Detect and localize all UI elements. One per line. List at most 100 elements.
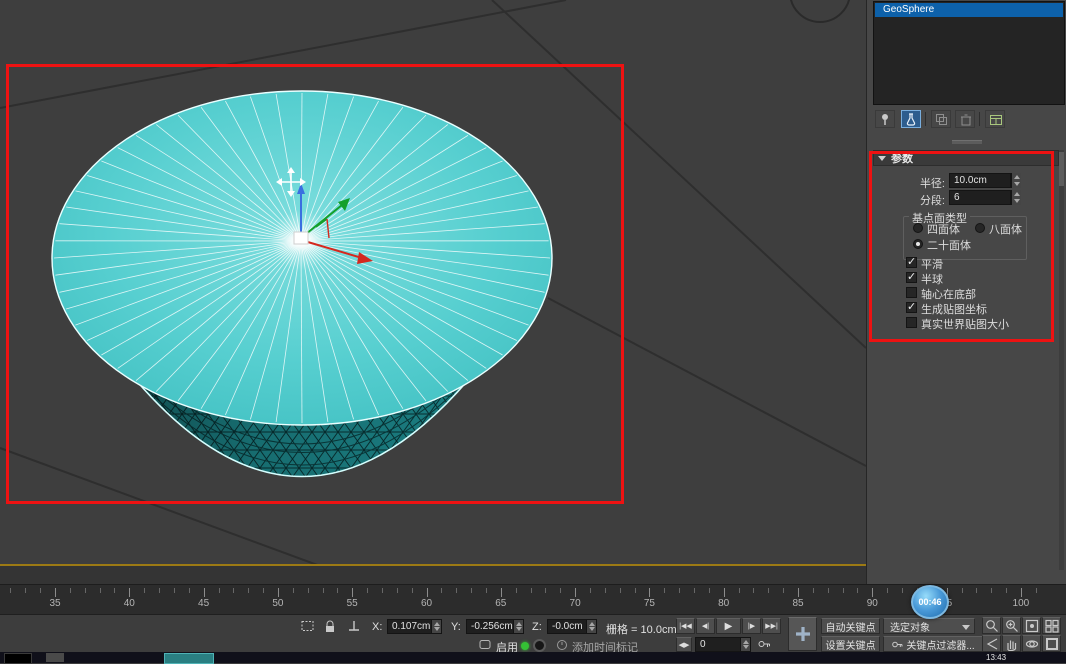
- y-spinner[interactable]: [513, 620, 523, 633]
- timeline-frame-label: 60: [421, 598, 432, 609]
- go-to-end-button[interactable]: ▶▶|: [762, 618, 781, 634]
- segments-field[interactable]: 6: [949, 190, 1011, 205]
- ruler-tick: [441, 588, 442, 593]
- maximize-viewport-button[interactable]: [1042, 635, 1061, 652]
- auto-key-button[interactable]: 自动关键点: [821, 618, 880, 634]
- radio-octa[interactable]: [975, 223, 985, 233]
- timeline-frame-label: 90: [867, 598, 878, 609]
- taskbar-app-button[interactable]: [4, 653, 32, 664]
- checkbox-base-pivot[interactable]: [906, 287, 917, 298]
- remove-modifier-button[interactable]: [955, 110, 975, 128]
- orbit-button[interactable]: [1022, 635, 1041, 652]
- checkbox-realworld-map-label[interactable]: 真实世界贴图大小: [921, 316, 1009, 332]
- ruler-tick: [397, 588, 398, 593]
- ruler-tick: [1021, 588, 1022, 597]
- ruler-tick: [189, 588, 190, 593]
- selection-set-dropdown[interactable]: 选定对象: [883, 618, 975, 634]
- absolute-mode-button[interactable]: [346, 619, 362, 636]
- z-spinner[interactable]: [586, 620, 596, 633]
- x-coordinate-field[interactable]: 0.107cm: [387, 619, 442, 634]
- degradation-toggle-button[interactable]: [533, 639, 546, 652]
- ruler-tick: [724, 588, 725, 597]
- show-end-result-button[interactable]: [901, 110, 921, 128]
- field-of-view-button[interactable]: [982, 635, 1001, 652]
- ruler-tick: [545, 588, 546, 593]
- play-button[interactable]: ▶: [716, 618, 741, 634]
- key-filters-button[interactable]: 关键点过滤器...: [883, 636, 983, 652]
- set-key-button[interactable]: 设置关键点: [821, 636, 880, 652]
- timeline-frame-label: 75: [644, 598, 655, 609]
- segments-spinner[interactable]: [1011, 190, 1021, 205]
- make-unique-button[interactable]: [931, 110, 951, 128]
- timeline-ruler[interactable]: 35404550556065707580859095100: [0, 584, 1066, 614]
- ruler-tick: [798, 588, 799, 597]
- zoom-extents-button[interactable]: [1022, 617, 1041, 634]
- configure-modifier-sets-button[interactable]: [985, 110, 1005, 128]
- frame-spinner[interactable]: [740, 638, 750, 651]
- viewport-canvas[interactable]: [0, 0, 866, 566]
- checkbox-hemisphere[interactable]: [906, 272, 917, 283]
- frame-number-field[interactable]: 0: [695, 637, 751, 652]
- modifier-stack-list[interactable]: GeoSphere: [873, 1, 1065, 105]
- x-spinner[interactable]: [431, 620, 441, 633]
- radio-tetra-label[interactable]: 四面体: [927, 221, 960, 237]
- radius-field[interactable]: 10.0cm: [949, 173, 1011, 188]
- checkbox-smooth-label[interactable]: 平滑: [921, 256, 943, 272]
- set-keys-big-button[interactable]: [788, 617, 817, 651]
- viewport[interactable]: [0, 0, 866, 566]
- checkbox-realworld-map[interactable]: [906, 317, 917, 328]
- taskbar-app-button[interactable]: [46, 653, 64, 662]
- ruler-tick: [857, 588, 858, 593]
- ruler-tick: [902, 588, 903, 593]
- parameters-rollout-header[interactable]: 参数: [873, 150, 1059, 166]
- zoom-extents-all-button[interactable]: [1042, 617, 1061, 634]
- radio-tetra[interactable]: [913, 223, 923, 233]
- orbit-icon: [1024, 637, 1040, 651]
- y-coordinate-field[interactable]: -0.256cm: [466, 619, 524, 634]
- checkbox-base-pivot-label[interactable]: 轴心在底部: [921, 286, 976, 302]
- key-icon: [891, 639, 903, 650]
- zoom-extents-all-icon: [1044, 619, 1060, 633]
- time-slider-knob[interactable]: 00:46: [911, 585, 949, 619]
- key-mode-toggle-button[interactable]: ◀▶: [676, 637, 692, 652]
- make-unique-icon: [934, 112, 948, 126]
- taskbar-active-app-button[interactable]: [164, 653, 214, 664]
- radius-spinner[interactable]: [1011, 173, 1021, 188]
- ruler-tick: [843, 588, 844, 593]
- zoom-all-button[interactable]: [1002, 617, 1021, 634]
- status-bar: X: 0.107cm Y: -0.256cm Z: -0.0cm 栅格 = 10…: [0, 614, 1066, 652]
- checkbox-mapping-coords-label[interactable]: 生成贴图坐标: [921, 301, 987, 317]
- ruler-tick: [1036, 588, 1037, 593]
- ruler-tick: [129, 588, 130, 597]
- radio-icosa-label[interactable]: 二十面体: [927, 237, 971, 253]
- ruler-tick: [768, 588, 769, 593]
- checkbox-mapping-coords[interactable]: [906, 302, 917, 313]
- ruler-tick: [412, 588, 413, 593]
- go-to-start-button[interactable]: |◀◀: [676, 618, 695, 634]
- selection-lock-button[interactable]: [322, 619, 338, 636]
- modifier-stack-item-geosphere[interactable]: GeoSphere: [875, 3, 1063, 17]
- panel-scrollbar[interactable]: [1059, 150, 1064, 570]
- toolbar-separator: [925, 112, 926, 126]
- rollout-collapse-icon: [878, 156, 886, 161]
- isolate-selection-button[interactable]: [300, 619, 316, 636]
- checkbox-smooth[interactable]: [906, 257, 917, 268]
- geosphere-object[interactable]: [52, 91, 552, 477]
- radio-icosa[interactable]: [913, 239, 923, 249]
- panel-resize-grip[interactable]: [952, 140, 982, 144]
- previous-frame-button[interactable]: ◀|: [696, 618, 715, 634]
- radio-octa-label[interactable]: 八面体: [989, 221, 1022, 237]
- ruler-tick: [887, 588, 888, 593]
- field-of-view-icon: [984, 637, 1000, 651]
- checkbox-hemisphere-label[interactable]: 半球: [921, 271, 943, 287]
- pan-button[interactable]: [1002, 635, 1021, 652]
- radius-label: 半径:: [907, 175, 945, 191]
- pin-stack-button[interactable]: [875, 110, 895, 128]
- ruler-tick: [367, 588, 368, 593]
- zoom-button[interactable]: [982, 617, 1001, 634]
- z-coordinate-field[interactable]: -0.0cm: [547, 619, 597, 634]
- ruler-tick: [100, 588, 101, 593]
- timeline-frame-label: 35: [49, 598, 60, 609]
- next-frame-button[interactable]: |▶: [742, 618, 761, 634]
- gizmo-center-handle[interactable]: [294, 232, 308, 244]
